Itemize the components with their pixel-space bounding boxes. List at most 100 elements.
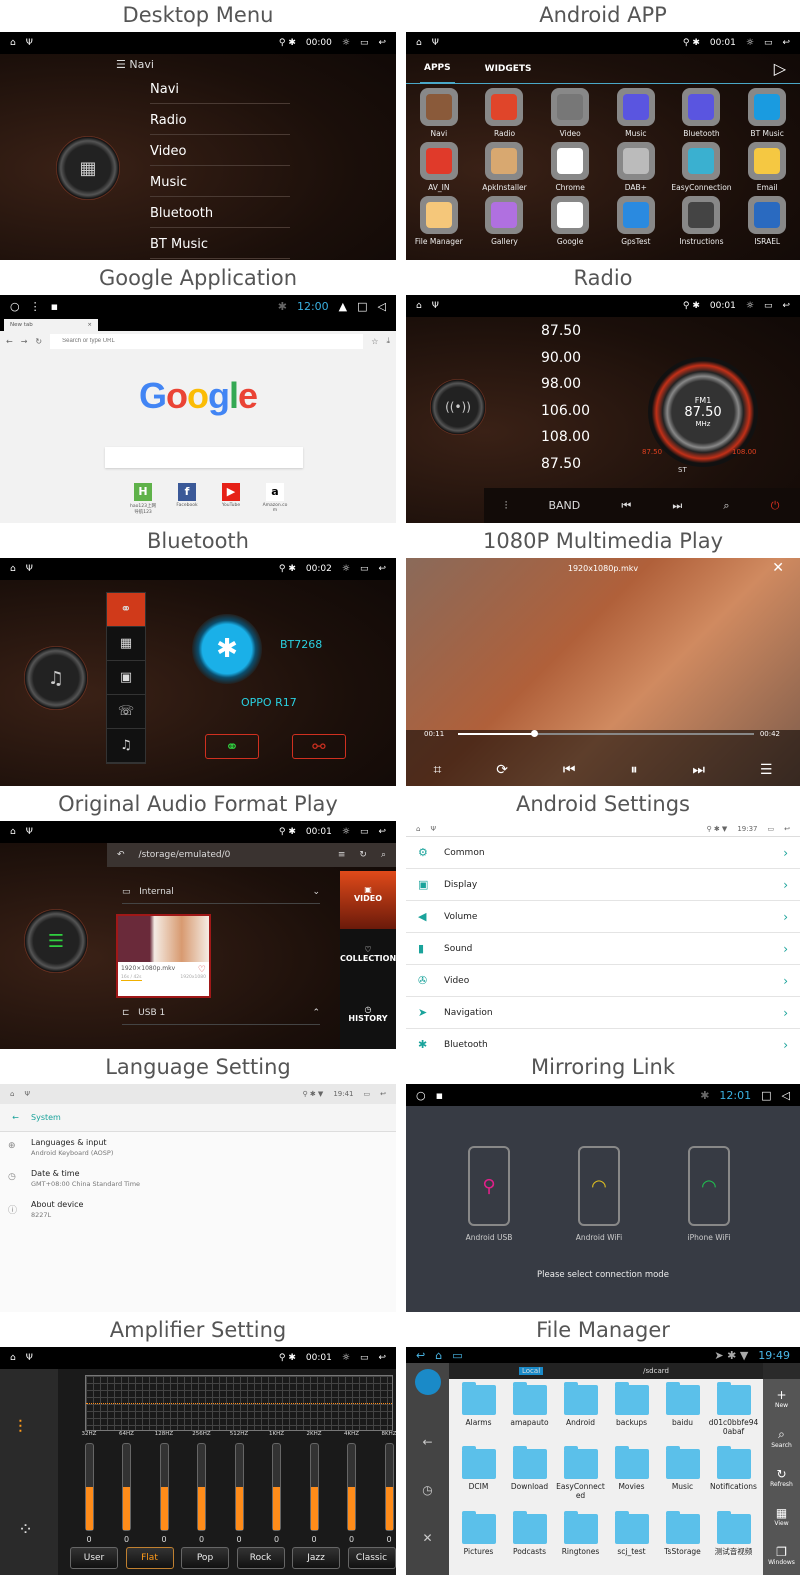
recents-icon[interactable]: □ <box>357 300 367 313</box>
settings-item[interactable]: ⓘ About device 8227L <box>0 1194 396 1225</box>
folder-item[interactable]: 测试音视频 <box>708 1510 759 1569</box>
app-av-in[interactable]: AV_IN <box>406 142 472 192</box>
back-icon[interactable]: ↩ <box>416 1349 425 1362</box>
close-icon[interactable]: ✕ <box>772 560 784 576</box>
radio-knob[interactable]: ((•)) <box>430 379 486 435</box>
tab-apps[interactable]: APPS <box>420 54 455 84</box>
search-icon[interactable]: ⌕ <box>381 850 386 860</box>
tab-history[interactable]: ◷ HISTORY <box>340 989 396 1049</box>
heart-icon[interactable]: ♡ <box>198 965 206 975</box>
app-instructions[interactable]: Instructions <box>669 196 735 246</box>
home-icon[interactable]: ⌂ <box>416 825 420 833</box>
shortcut-tile[interactable]: ▶ YouTube <box>218 483 244 515</box>
brightness-icon[interactable]: ☼ <box>342 827 350 837</box>
next-icon[interactable]: ⏭ <box>672 499 682 513</box>
back-icon[interactable]: ↩ <box>378 827 386 837</box>
app-video[interactable]: Video <box>537 88 603 138</box>
more-icon[interactable]: ⋮ <box>30 300 41 313</box>
equalizer-icon[interactable]: ⫶ <box>18 1417 23 1438</box>
shortcut-tile[interactable]: f Facebook <box>174 483 200 515</box>
reload-icon[interactable]: ↻ <box>35 337 42 346</box>
folder-item[interactable]: Movies <box>606 1446 657 1513</box>
preset-classic-button[interactable]: Classic <box>347 1547 396 1569</box>
folder-item[interactable]: d01c0bbfe940abaf <box>708 1382 759 1449</box>
back-icon[interactable]: ↩ <box>784 825 790 833</box>
media-knob[interactable]: ☰ <box>24 909 88 973</box>
settings-item[interactable]: ⊕ Languages & input Android Keyboard (AOSP… <box>0 1132 396 1163</box>
call-log-icon[interactable]: ☏ <box>107 695 145 729</box>
url-input[interactable] <box>50 333 364 349</box>
disconnect-button[interactable]: ⚯ <box>292 734 346 759</box>
folder-item[interactable]: Alarms <box>453 1382 504 1449</box>
tab-collection[interactable]: ♡ COLLECTION <box>340 929 396 989</box>
folder-item[interactable]: Podcasts <box>504 1510 555 1569</box>
recents-icon[interactable]: ▭ <box>360 1353 369 1363</box>
app-apkinstaller[interactable]: ApkInstaller <box>472 142 538 192</box>
app-bt-music[interactable]: BT Music <box>734 88 800 138</box>
back-arrow-icon[interactable]: ← <box>6 337 13 346</box>
storage-internal[interactable]: ▭ Internal ⌄ <box>122 887 320 904</box>
app-google[interactable]: Google <box>537 196 603 246</box>
search-button[interactable]: ⌕ Search <box>771 1427 792 1449</box>
circle-icon[interactable]: ○ <box>416 1089 426 1102</box>
app-email[interactable]: Email <box>734 142 800 192</box>
close-icon[interactable]: ✕ <box>406 1531 449 1545</box>
prev-icon[interactable]: ⏮ <box>621 499 631 513</box>
brightness-icon[interactable]: ☼ <box>746 38 754 48</box>
home-icon[interactable]: ⌂ <box>416 301 422 311</box>
brightness-icon[interactable]: ☼ <box>342 38 350 48</box>
settings-item-navigation[interactable]: ➤ Navigation › <box>406 997 800 1029</box>
preset-rock-button[interactable]: Rock <box>236 1547 285 1569</box>
home-icon[interactable]: ⌂ <box>435 1349 442 1362</box>
pause-icon[interactable]: ⏸ <box>630 762 637 778</box>
folder-item[interactable]: scj_test <box>606 1510 657 1569</box>
history-icon[interactable]: ◷ <box>406 1483 449 1497</box>
back-icon[interactable]: ↩ <box>782 38 790 48</box>
folder-item[interactable]: Download <box>504 1446 555 1513</box>
preset-jazz-button[interactable]: Jazz <box>292 1547 340 1569</box>
location-tab[interactable]: Local <box>519 1367 544 1375</box>
menu-button[interactable] <box>414 1369 441 1395</box>
folder-item[interactable]: Music <box>657 1446 708 1513</box>
storage-usb[interactable]: ⊏ USB 1 ⌃ <box>122 1008 320 1025</box>
mode-android-wifi[interactable]: ◠ <box>578 1146 620 1226</box>
preset-flat-button[interactable]: Flat <box>125 1547 174 1569</box>
band-slider[interactable] <box>347 1443 356 1531</box>
browser-tab[interactable]: New tab × <box>4 319 98 331</box>
brightness-icon[interactable]: ☼ <box>746 301 754 311</box>
menu-item-bluetooth[interactable]: Bluetooth <box>150 206 290 228</box>
brightness-icon[interactable]: ☼ <box>342 564 350 574</box>
back-arrow-icon[interactable]: ↶ <box>117 850 125 860</box>
app-dab-[interactable]: DAB+ <box>603 142 669 192</box>
grid-knob[interactable]: ▦ <box>56 136 120 200</box>
recents-icon[interactable]: □ <box>761 1089 771 1102</box>
repeat-icon[interactable]: ⟳ <box>496 762 508 778</box>
eject-icon[interactable]: ▲ <box>339 300 347 313</box>
band-slider[interactable] <box>384 1443 394 1531</box>
dialpad-icon[interactable]: ▦ <box>107 627 145 661</box>
back-icon[interactable]: ↩ <box>378 1353 386 1363</box>
preset-frequency[interactable]: 87.50 <box>541 456 581 472</box>
band-slider[interactable] <box>197 1443 206 1531</box>
app-gpstest[interactable]: GpsTest <box>603 196 669 246</box>
menu-item-bt-music[interactable]: BT Music <box>150 237 290 259</box>
preset-frequency[interactable]: 108.00 <box>541 429 590 445</box>
app-radio[interactable]: Radio <box>472 88 538 138</box>
music-icon[interactable]: ♫ <box>107 729 145 763</box>
crop-icon[interactable]: ⌗ <box>433 762 441 778</box>
sort-icon[interactable]: ≡ <box>338 850 346 860</box>
band-slider[interactable] <box>272 1443 281 1531</box>
band-slider[interactable] <box>122 1443 131 1531</box>
menu-item-navi[interactable]: Navi <box>150 82 290 104</box>
back-icon[interactable]: ↩ <box>782 301 790 311</box>
back-icon[interactable]: ↩ <box>380 1090 386 1098</box>
recents-icon[interactable]: ▭ <box>768 825 775 833</box>
band-button[interactable]: BAND <box>548 499 580 512</box>
app-navi[interactable]: Navi <box>406 88 472 138</box>
band-slider[interactable] <box>234 1443 244 1531</box>
settings-item-bluetooth[interactable]: ✱ Bluetooth › <box>406 1029 800 1049</box>
settings-item-display[interactable]: ▣ Display › <box>406 869 800 901</box>
media-file-card[interactable]: 1920×1080p.mkv ♡ 16s / 42s 1920x1080 <box>116 914 211 998</box>
tab-video[interactable]: ▣ VIDEO <box>340 871 396 929</box>
recents-icon[interactable]: ▭ <box>452 1349 462 1362</box>
